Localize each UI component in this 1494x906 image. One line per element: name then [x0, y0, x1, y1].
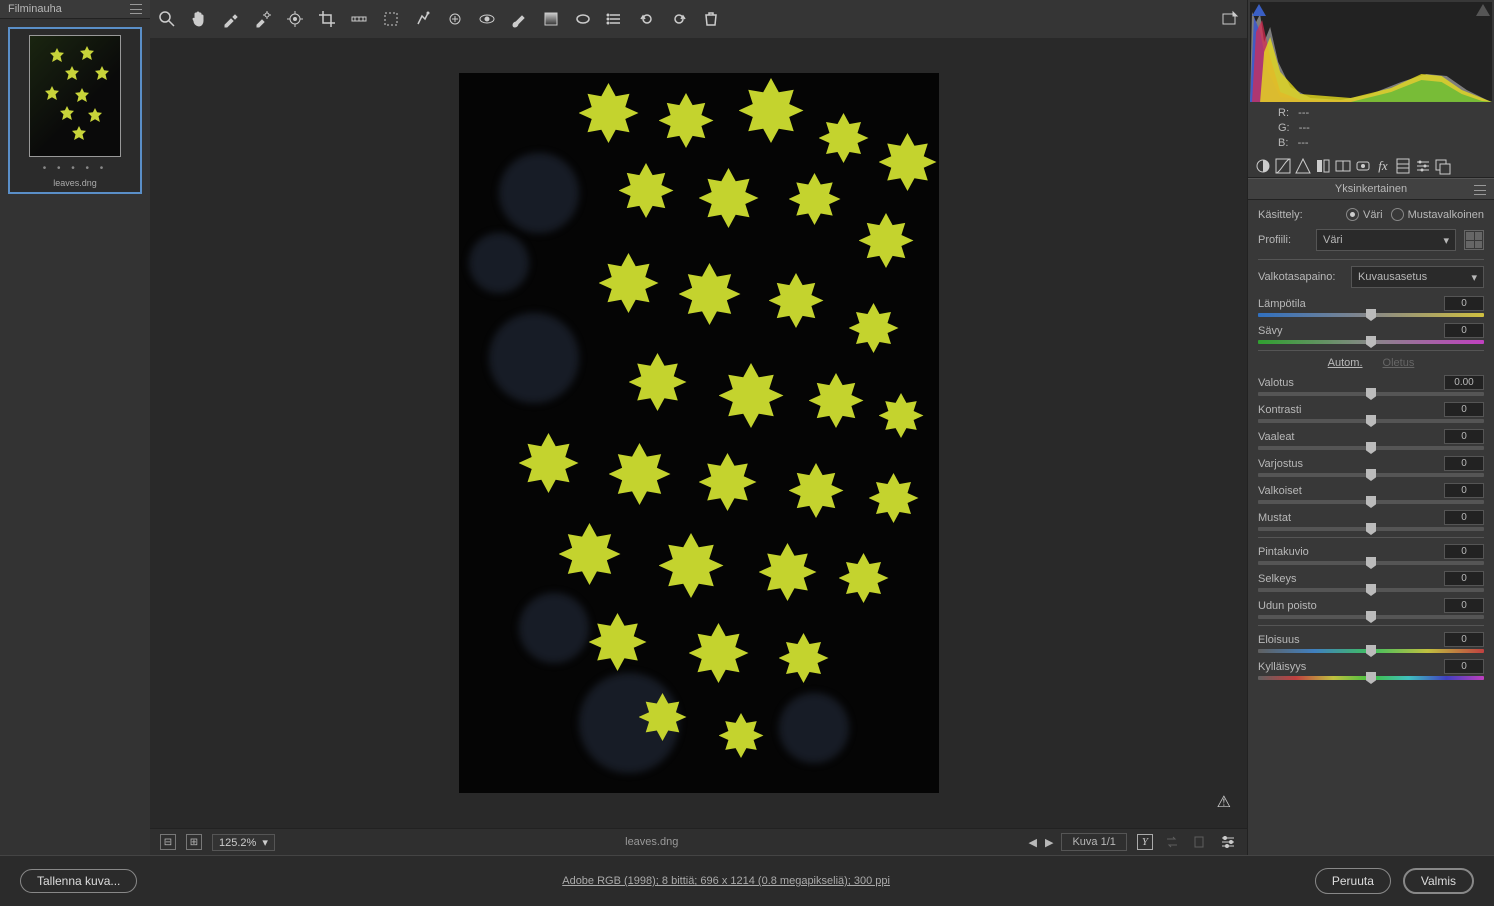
list-icon[interactable] [606, 10, 624, 28]
cancel-button[interactable]: Peruuta [1315, 868, 1391, 894]
filmstrip-menu-icon[interactable] [130, 4, 142, 14]
hand-tool-icon[interactable] [190, 10, 208, 28]
open-object-icon[interactable] [1221, 10, 1239, 28]
prev-image-icon[interactable]: ◀ [1029, 836, 1037, 849]
save-image-button[interactable]: Tallenna kuva... [20, 869, 137, 893]
temperature-slider[interactable]: Lämpötila0 [1258, 296, 1484, 317]
curve-tab-icon[interactable] [1274, 157, 1292, 175]
mixer-tab-icon[interactable] [1314, 157, 1332, 175]
zoom-level-select[interactable]: 125.2% ▾ [212, 834, 275, 851]
image-counter: Kuva 1/1 [1061, 833, 1126, 851]
profile-select[interactable]: Väri▾ [1316, 229, 1456, 251]
saturation-slider[interactable]: Kylläisyys0 [1258, 659, 1484, 680]
detail-tab-icon[interactable] [1294, 157, 1312, 175]
contrast-slider[interactable]: Kontrasti0 [1258, 402, 1484, 423]
next-image-icon[interactable]: ▶ [1045, 836, 1053, 849]
trash-icon[interactable] [702, 10, 720, 28]
dehaze-slider[interactable]: Udun poisto0 [1258, 598, 1484, 619]
graduated-filter-icon[interactable] [542, 10, 560, 28]
status-bar: ⊟ ⊞ 125.2% ▾ leaves.dng ◀ ▶ Kuva 1/1 Y [150, 828, 1247, 855]
rgb-readout: R: --- G: --- B: --- [1248, 104, 1494, 155]
copy-settings-icon [1191, 833, 1209, 851]
effects-tab-icon[interactable]: fx [1374, 157, 1392, 175]
panel-title-bar: Yksinkertainen [1248, 178, 1494, 200]
basic-tab-icon[interactable] [1254, 157, 1272, 175]
treatment-bw-radio[interactable]: Mustavalkoinen [1391, 208, 1484, 221]
snapshots-tab-icon[interactable] [1434, 157, 1452, 175]
adjustment-brush-icon[interactable] [510, 10, 528, 28]
wb-label: Valkotasapaino: [1258, 271, 1343, 283]
clarity-slider[interactable]: Selkeys0 [1258, 571, 1484, 592]
rotate-cw-icon[interactable] [670, 10, 688, 28]
vibrance-slider[interactable]: Eloisuus0 [1258, 632, 1484, 653]
shadow-clip-toggle-icon[interactable] [1252, 4, 1266, 16]
workflow-options-link[interactable]: Adobe RGB (1998); 8 bittiä; 696 x 1214 (… [137, 875, 1314, 887]
tint-slider[interactable]: Sävy0 [1258, 323, 1484, 344]
image-preview [459, 73, 939, 793]
transform-tool-icon[interactable] [382, 10, 400, 28]
zoom-in-fit-icon[interactable]: ⊞ [186, 834, 202, 850]
lens-tab-icon[interactable] [1354, 157, 1372, 175]
auto-button[interactable]: Autom. [1328, 357, 1363, 369]
calibration-tab-icon[interactable] [1394, 157, 1412, 175]
adjustments-panel: R: --- G: --- B: --- fx Yksinkertainen K… [1247, 0, 1494, 855]
panel-menu-icon[interactable] [1474, 185, 1486, 195]
histogram[interactable] [1250, 2, 1492, 102]
thumbnail-filename: leaves.dng [53, 178, 97, 188]
shadows-slider[interactable]: Varjostus0 [1258, 456, 1484, 477]
rating-dots[interactable]: • • • • • [43, 163, 108, 174]
rotate-ccw-icon[interactable] [638, 10, 656, 28]
crop-tool-icon[interactable] [318, 10, 336, 28]
presets-tab-icon[interactable] [1414, 157, 1432, 175]
sliders-icon[interactable] [1219, 833, 1237, 851]
top-toolbar [150, 0, 1247, 38]
spot-removal-icon[interactable] [414, 10, 432, 28]
treatment-label: Käsittely: [1258, 209, 1338, 221]
blacks-slider[interactable]: Mustat0 [1258, 510, 1484, 531]
highlights-slider[interactable]: Vaaleat0 [1258, 429, 1484, 450]
status-filename: leaves.dng [285, 836, 1019, 848]
warning-icon[interactable]: ⚠ [1217, 792, 1231, 812]
texture-slider[interactable]: Pintakuvio0 [1258, 544, 1484, 565]
wb-select[interactable]: Kuvausasetus▾ [1351, 266, 1484, 288]
bottom-bar: Tallenna kuva... Adobe RGB (1998); 8 bit… [0, 855, 1494, 906]
white-balance-eyedropper-icon[interactable] [222, 10, 240, 28]
swap-icon [1163, 833, 1181, 851]
done-button[interactable]: Valmis [1403, 868, 1474, 894]
profile-label: Profiili: [1258, 234, 1308, 246]
filmstrip-panel: Filminauha • • • • • leaves.dng ⚙ [0, 0, 150, 855]
filmstrip-thumbnail[interactable]: • • • • • leaves.dng [8, 27, 142, 194]
highlight-clip-toggle-icon[interactable] [1476, 4, 1490, 16]
before-after-toggle[interactable]: Y [1137, 834, 1153, 850]
image-canvas-area[interactable]: ⚠ [150, 38, 1247, 828]
redeye-tool-icon[interactable] [478, 10, 496, 28]
add-point-icon[interactable] [446, 10, 464, 28]
default-button[interactable]: Oletus [1383, 357, 1415, 369]
color-sampler-icon[interactable] [254, 10, 272, 28]
radial-filter-icon[interactable] [574, 10, 592, 28]
profile-browser-icon[interactable] [1464, 230, 1484, 250]
exposure-slider[interactable]: Valotus0.00 [1258, 375, 1484, 396]
panel-tab-strip: fx [1248, 155, 1494, 178]
targeted-adjustment-icon[interactable] [286, 10, 304, 28]
zoom-tool-icon[interactable] [158, 10, 176, 28]
whites-slider[interactable]: Valkoiset0 [1258, 483, 1484, 504]
treatment-color-radio[interactable]: Väri [1346, 208, 1383, 221]
split-tab-icon[interactable] [1334, 157, 1352, 175]
straighten-tool-icon[interactable] [350, 10, 368, 28]
zoom-out-fit-icon[interactable]: ⊟ [160, 834, 176, 850]
filmstrip-title: Filminauha [8, 3, 62, 15]
